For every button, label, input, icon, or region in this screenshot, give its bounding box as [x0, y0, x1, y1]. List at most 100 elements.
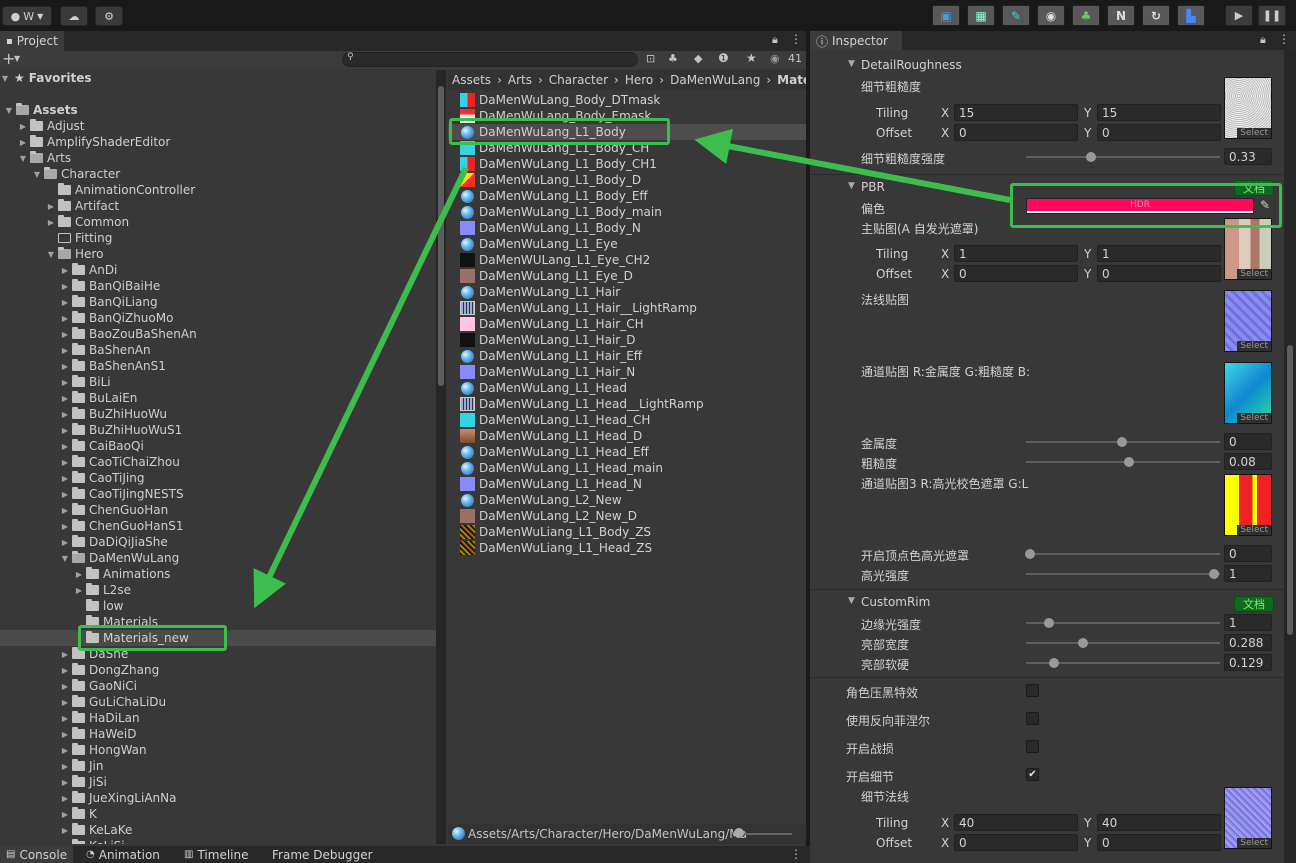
slider-knob[interactable]: [1078, 638, 1088, 648]
tree-folder-banqiliang[interactable]: ▶ BanQiLiang: [0, 294, 436, 310]
chevron-right-icon[interactable]: ▶: [60, 650, 70, 659]
select-button[interactable]: Select: [1237, 269, 1271, 279]
tree-folder-bashenans1[interactable]: ▶ BaShenAnS1: [0, 358, 436, 374]
chevron-right-icon[interactable]: ▶: [60, 314, 70, 323]
chevron-right-icon[interactable]: ▶: [46, 202, 56, 211]
chevron-right-icon[interactable]: ▶: [60, 666, 70, 675]
asset-item[interactable]: DaMenWuLang_L1_Head_N: [460, 476, 800, 492]
tree-folder-caotichaizhou[interactable]: ▶ CaoTiChaiZhou: [0, 454, 436, 470]
tree-folder-character[interactable]: ▼ Character: [0, 166, 436, 182]
tree-folder-low[interactable]: low: [0, 598, 436, 614]
slider-knob[interactable]: [1209, 569, 1219, 579]
asset-item[interactable]: DaMenWuLang_L1_Head_main: [460, 460, 800, 476]
tree-folder-dongzhang[interactable]: ▶ DongZhang: [0, 662, 436, 678]
roughness-slider[interactable]: [1026, 461, 1220, 463]
chevron-right-icon[interactable]: ▶: [60, 794, 70, 803]
asset-item[interactable]: DaMenWuLang_L1_Head__LightRamp: [460, 396, 800, 412]
tab-console[interactable]: ▤ Console: [0, 846, 74, 863]
icon-size-slider-knob[interactable]: [734, 828, 744, 838]
tree-folder-damenwulang[interactable]: ▼ DaMenWuLang: [0, 550, 436, 566]
lock-icon[interactable]: 🔒︎: [772, 33, 778, 47]
pause-button[interactable]: ❚❚: [1258, 5, 1286, 26]
tree-folder-common[interactable]: ▶ Common: [0, 214, 436, 230]
tree-folder-bulaien[interactable]: ▶ BuLaiEn: [0, 390, 436, 406]
asset-item[interactable]: DaMenWuLang_L1_Body_D: [460, 172, 800, 188]
asset-item[interactable]: DaMenWuLang_L1_Hair_N: [460, 364, 800, 380]
chevron-down-icon[interactable]: ▼: [14, 54, 20, 63]
warning-icon[interactable]: ❶: [718, 51, 729, 65]
chevron-right-icon[interactable]: ▶: [60, 394, 70, 403]
tree-folder-buzhihuowus1[interactable]: ▶ BuZhiHuoWuS1: [0, 422, 436, 438]
chevron-right-icon[interactable]: ▶: [60, 778, 70, 787]
channel-texture-slot[interactable]: Select: [1224, 362, 1272, 424]
asset-item[interactable]: DaMenWuLiang_L1_Body_ZS: [460, 524, 800, 540]
section-custom-rim[interactable]: CustomRim: [861, 595, 930, 609]
tree-folder-gaonici[interactable]: ▶ GaoNiCi: [0, 678, 436, 694]
tree-folder-k[interactable]: ▶ K: [0, 806, 436, 822]
chevron-right-icon[interactable]: ▶: [60, 282, 70, 291]
bright-width-slider[interactable]: [1026, 642, 1220, 644]
spec-strength-input[interactable]: 1: [1224, 565, 1272, 582]
roughness-input[interactable]: 0.08: [1224, 453, 1272, 470]
chevron-down-icon[interactable]: ▼: [848, 596, 855, 606]
tree-folder-animationcontroller[interactable]: AnimationController: [0, 182, 436, 198]
tree-folder-fitting[interactable]: Fitting: [0, 230, 436, 246]
chevron-down-icon[interactable]: ▼: [60, 554, 70, 563]
main-offset-y-input[interactable]: 0: [1097, 265, 1221, 282]
vertex-mask-slider[interactable]: [1026, 553, 1220, 555]
battle-damage-checkbox[interactable]: [1026, 740, 1039, 753]
tree-folder-assets[interactable]: ▼ Assets: [0, 102, 436, 118]
dr-offset-x-input[interactable]: 0: [954, 124, 1078, 141]
chevron-right-icon[interactable]: ▶: [60, 522, 70, 531]
play-button[interactable]: ▶: [1225, 5, 1253, 26]
asset-item[interactable]: DaMenWuLang_L1_Hair_Eff: [460, 348, 800, 364]
tab-inspector[interactable]: ⓘ Inspector: [810, 31, 902, 51]
asset-item[interactable]: DaMenWuLang_L1_Head_D: [460, 428, 800, 444]
chevron-right-icon[interactable]: ▶: [46, 218, 56, 227]
cloud-button[interactable]: ☁: [60, 6, 88, 26]
frame-tool[interactable]: ▦: [967, 5, 995, 26]
slider-knob[interactable]: [1049, 658, 1059, 668]
tree-scrollbar-thumb[interactable]: [438, 86, 444, 386]
main-offset-x-input[interactable]: 0: [954, 265, 1078, 282]
dn-offset-y-input[interactable]: 0: [1097, 834, 1221, 851]
inspector-scrollbar-thumb[interactable]: [1287, 345, 1293, 635]
tree-folder-chenguohan[interactable]: ▶ ChenGuoHan: [0, 502, 436, 518]
tree-folder-banqibaihe[interactable]: ▶ BanQiBaiHe: [0, 278, 436, 294]
chevron-right-icon[interactable]: ▶: [60, 538, 70, 547]
chevron-right-icon[interactable]: ▶: [60, 826, 70, 835]
chevron-down-icon[interactable]: ▼: [848, 181, 855, 191]
slider-knob[interactable]: [1086, 152, 1096, 162]
main-tiling-y-input[interactable]: 1: [1097, 245, 1221, 262]
tree-folder-jin[interactable]: ▶ Jin: [0, 758, 436, 774]
chevron-right-icon[interactable]: ▶: [60, 266, 70, 275]
char-dark-checkbox[interactable]: [1026, 684, 1039, 697]
account-dropdown[interactable]: ● W ▼: [2, 6, 52, 26]
chevron-right-icon[interactable]: ▶: [60, 714, 70, 723]
tree-folder-adjust[interactable]: ▶ Adjust: [0, 118, 436, 134]
icon-size-slider[interactable]: [736, 833, 792, 835]
chevron-down-icon[interactable]: ▼: [46, 250, 56, 259]
reverse-fresnel-checkbox[interactable]: [1026, 712, 1039, 725]
tree-folder-baozoubashenan[interactable]: ▶ BaoZouBaShenAn: [0, 326, 436, 342]
channel3-texture-slot[interactable]: Select: [1224, 474, 1272, 536]
main-tiling-x-input[interactable]: 1: [954, 245, 1078, 262]
asset-item[interactable]: DaMenWuLang_L1_Eye: [460, 236, 800, 252]
asset-item[interactable]: DaMenWuLang_L2_New_D: [460, 508, 800, 524]
select-button[interactable]: Select: [1237, 128, 1271, 138]
chevron-right-icon[interactable]: ▶: [60, 330, 70, 339]
asset-item[interactable]: DaMenWuLang_L1_Body_N: [460, 220, 800, 236]
rim-strength-slider[interactable]: [1026, 622, 1220, 624]
chevron-right-icon[interactable]: ▶: [60, 810, 70, 819]
scene-view-tool[interactable]: ▣: [932, 5, 960, 26]
tree-folder-artifact[interactable]: ▶ Artifact: [0, 198, 436, 214]
slider-knob[interactable]: [1124, 457, 1134, 467]
select-button[interactable]: Select: [1237, 413, 1271, 423]
asset-item[interactable]: DaMenWuLang_L1_Head: [460, 380, 800, 396]
tree-folder-arts[interactable]: ▼ Arts: [0, 150, 436, 166]
detail-rough-strength-input[interactable]: 0.33: [1224, 148, 1272, 165]
chevron-right-icon[interactable]: ▶: [60, 474, 70, 483]
chevron-right-icon[interactable]: ▶: [60, 682, 70, 691]
vertex-mask-input[interactable]: 0: [1224, 545, 1272, 562]
chevron-right-icon[interactable]: ▶: [60, 346, 70, 355]
